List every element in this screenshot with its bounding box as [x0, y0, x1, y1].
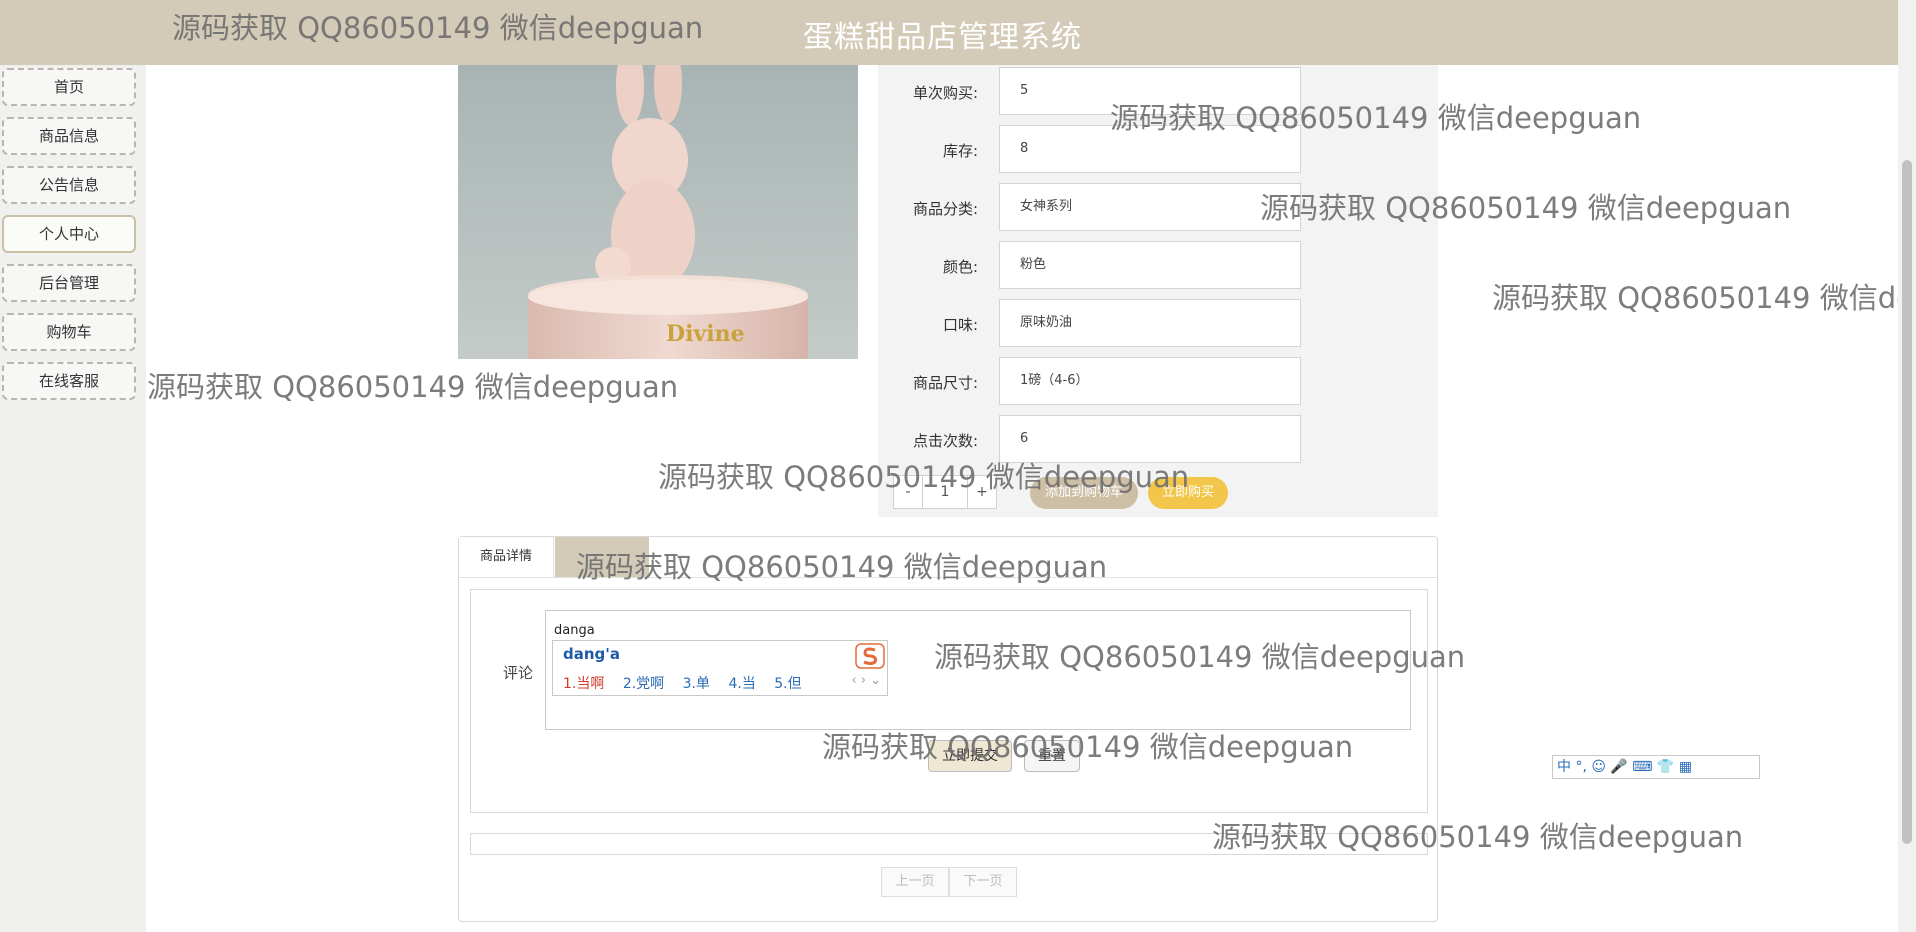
info-row-flavor: 口味: 原味奶油	[878, 299, 1438, 347]
ime-candidates: 1.当啊 2.党啊 3.单 4.当 5.但	[563, 673, 816, 693]
field-label: 商品尺寸:	[912, 374, 978, 392]
sidebar-item-notices[interactable]: 公告信息	[2, 166, 136, 204]
tab-divider	[459, 577, 1437, 578]
ime-candidate[interactable]: 1.当啊	[563, 676, 604, 692]
product-image: Divine	[458, 65, 858, 359]
info-row-stock: 库存: 8	[878, 125, 1438, 173]
reset-button[interactable]: 重置	[1024, 740, 1080, 772]
quantity-plus-button[interactable]: +	[967, 475, 997, 509]
ime-page-nav-icon[interactable]: ‹ › ⌄	[851, 673, 881, 688]
top-header: 蛋糕甜品店管理系统	[0, 0, 1898, 65]
add-to-cart-button[interactable]: 添加到购物车	[1030, 477, 1138, 509]
field-label: 商品分类:	[912, 200, 978, 218]
category-field[interactable]: 女神系列	[999, 183, 1301, 231]
clicks-field[interactable]: 6	[999, 415, 1301, 463]
sogou-logo-icon	[855, 643, 885, 669]
info-row-clicks: 点击次数: 6	[878, 415, 1438, 463]
purchase-limit-field[interactable]: 5	[999, 67, 1301, 115]
info-row-purchase-limit: 单次购买: 5	[878, 67, 1438, 115]
tab-product-detail[interactable]: 商品详情	[459, 537, 554, 577]
prev-page-button[interactable]: 上一页	[881, 867, 949, 897]
size-field[interactable]: 1磅（4-6）	[999, 357, 1301, 405]
product-info-panel: 单次购买: 5 库存: 8 商品分类: 女神系列 颜色: 粉色 口味: 原味奶油…	[878, 65, 1438, 517]
sidebar-item-service[interactable]: 在线客服	[2, 362, 136, 400]
cake-logo-text: Divine	[666, 321, 745, 347]
ime-candidate-window: dang'a 1.当啊 2.党啊 3.单 4.当 5.但 ‹ › ⌄	[552, 640, 888, 696]
field-label: 颜色:	[942, 258, 978, 276]
next-page-button[interactable]: 下一页	[949, 867, 1017, 897]
buy-now-button[interactable]: 立即购买	[1148, 477, 1228, 509]
page-title: 蛋糕甜品店管理系统	[803, 20, 1082, 55]
ime-candidate[interactable]: 3.单	[683, 676, 710, 692]
field-label: 单次购买:	[912, 84, 978, 102]
info-row-category: 商品分类: 女神系列	[878, 183, 1438, 231]
ime-candidate[interactable]: 5.但	[774, 676, 801, 692]
sidebar: 首页 商品信息 公告信息 个人中心 后台管理 购物车 在线客服	[0, 65, 146, 932]
ime-candidate[interactable]: 4.当	[728, 676, 755, 692]
scrollbar-thumb[interactable]	[1902, 160, 1912, 844]
sidebar-item-profile[interactable]: 个人中心	[2, 215, 136, 253]
field-label: 口味:	[942, 316, 978, 334]
quantity-minus-button[interactable]: -	[893, 475, 923, 509]
field-label: 点击次数:	[912, 432, 978, 450]
sidebar-item-products[interactable]: 商品信息	[2, 117, 136, 155]
sidebar-item-admin[interactable]: 后台管理	[2, 264, 136, 302]
sidebar-item-cart[interactable]: 购物车	[2, 313, 136, 351]
product-detail-section: 商品详情 评论 danga dang'a 1.当啊 2.党啊 3.单 4.当 5…	[458, 536, 1438, 922]
ime-status-toolbar[interactable]: 中 °, ☺ 🎤 ⌨ 👕 ▦	[1552, 755, 1760, 779]
comment-list	[470, 833, 1428, 855]
info-row-size: 商品尺寸: 1磅（4-6）	[878, 357, 1438, 405]
tab-secondary[interactable]	[555, 537, 649, 577]
ime-candidate[interactable]: 2.党啊	[623, 676, 664, 692]
info-row-color: 颜色: 粉色	[878, 241, 1438, 289]
ime-composition: dang'a	[563, 645, 620, 663]
field-label: 库存:	[942, 142, 978, 160]
submit-comment-button[interactable]: 立即提交	[928, 740, 1012, 772]
color-field[interactable]: 粉色	[999, 241, 1301, 289]
stock-field[interactable]: 8	[999, 125, 1301, 173]
flavor-field[interactable]: 原味奶油	[999, 299, 1301, 347]
quantity-input[interactable]: 1	[922, 475, 968, 509]
comment-label: 评论	[503, 664, 534, 682]
sidebar-item-home[interactable]: 首页	[2, 68, 136, 106]
comment-form: 评论 danga dang'a 1.当啊 2.党啊 3.单 4.当 5.但 ‹ …	[470, 589, 1428, 813]
